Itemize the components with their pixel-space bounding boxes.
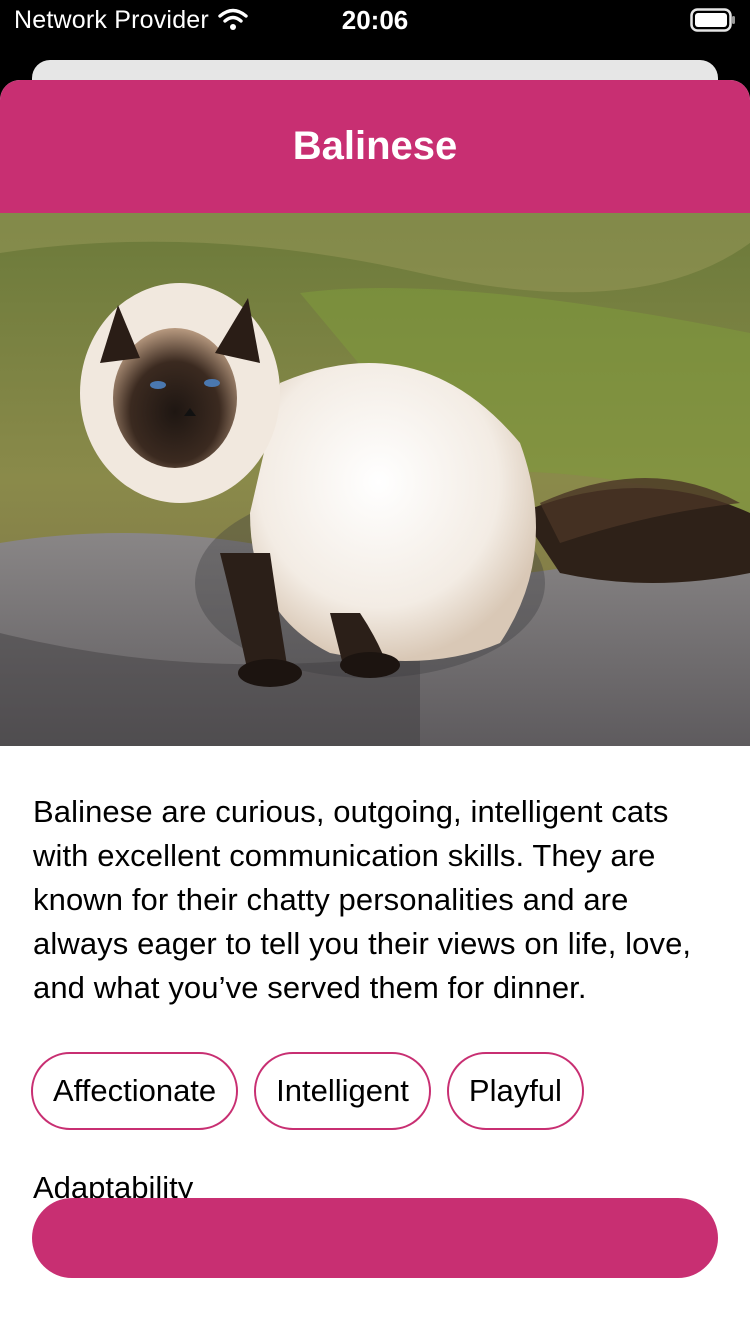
adaptability-rating-bar — [32, 1198, 718, 1278]
tag-intelligent[interactable]: Intelligent — [254, 1052, 431, 1130]
sheet-header: Balinese — [0, 80, 750, 213]
status-bar: Network Provider 20:06 — [0, 0, 750, 42]
tag-affectionate[interactable]: Affectionate — [31, 1052, 239, 1130]
battery-icon — [690, 8, 735, 32]
breed-description: Balinese are curious, outgoing, intellig… — [33, 794, 692, 1005]
page-title: Balinese — [292, 124, 458, 168]
cat-photo — [0, 213, 750, 746]
temperament-tags: Affectionate Intelligent Playful — [31, 1052, 750, 1130]
tag-playful[interactable]: Playful — [446, 1052, 584, 1130]
clock-time: 20:06 — [341, 5, 409, 35]
breed-detail-sheet: Balinese Balinese are curious, outgoing,… — [0, 80, 750, 1334]
